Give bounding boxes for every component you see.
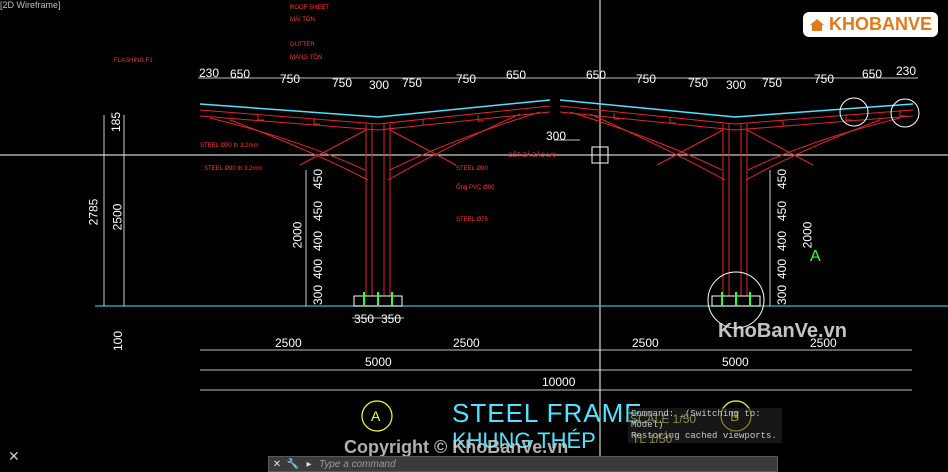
- drawing-canvas[interactable]: [2D Wireframe] 230 650 750 750 300 750 7…: [0, 0, 948, 472]
- command-line[interactable]: ✕ 🔧 ▸: [268, 456, 778, 472]
- ucs-icon: ✕: [8, 448, 20, 464]
- cad-drawing: [0, 0, 948, 472]
- history-line: Command: _(Switching to: Model): [631, 409, 761, 430]
- command-input[interactable]: [317, 457, 777, 471]
- logo-text: KHOBANVE: [828, 14, 932, 34]
- command-history: Command: _(Switching to: Model) Restorin…: [628, 408, 782, 443]
- logo: KHOBANVE: [802, 12, 938, 37]
- history-line: Restoring cached viewports.: [631, 431, 777, 441]
- close-icon[interactable]: ✕: [269, 457, 285, 471]
- wrench-icon[interactable]: 🔧: [285, 457, 301, 471]
- house-icon: [809, 18, 825, 32]
- command-prompt-icon[interactable]: ▸: [301, 457, 317, 471]
- logo-badge: KHOBANVE: [802, 12, 938, 37]
